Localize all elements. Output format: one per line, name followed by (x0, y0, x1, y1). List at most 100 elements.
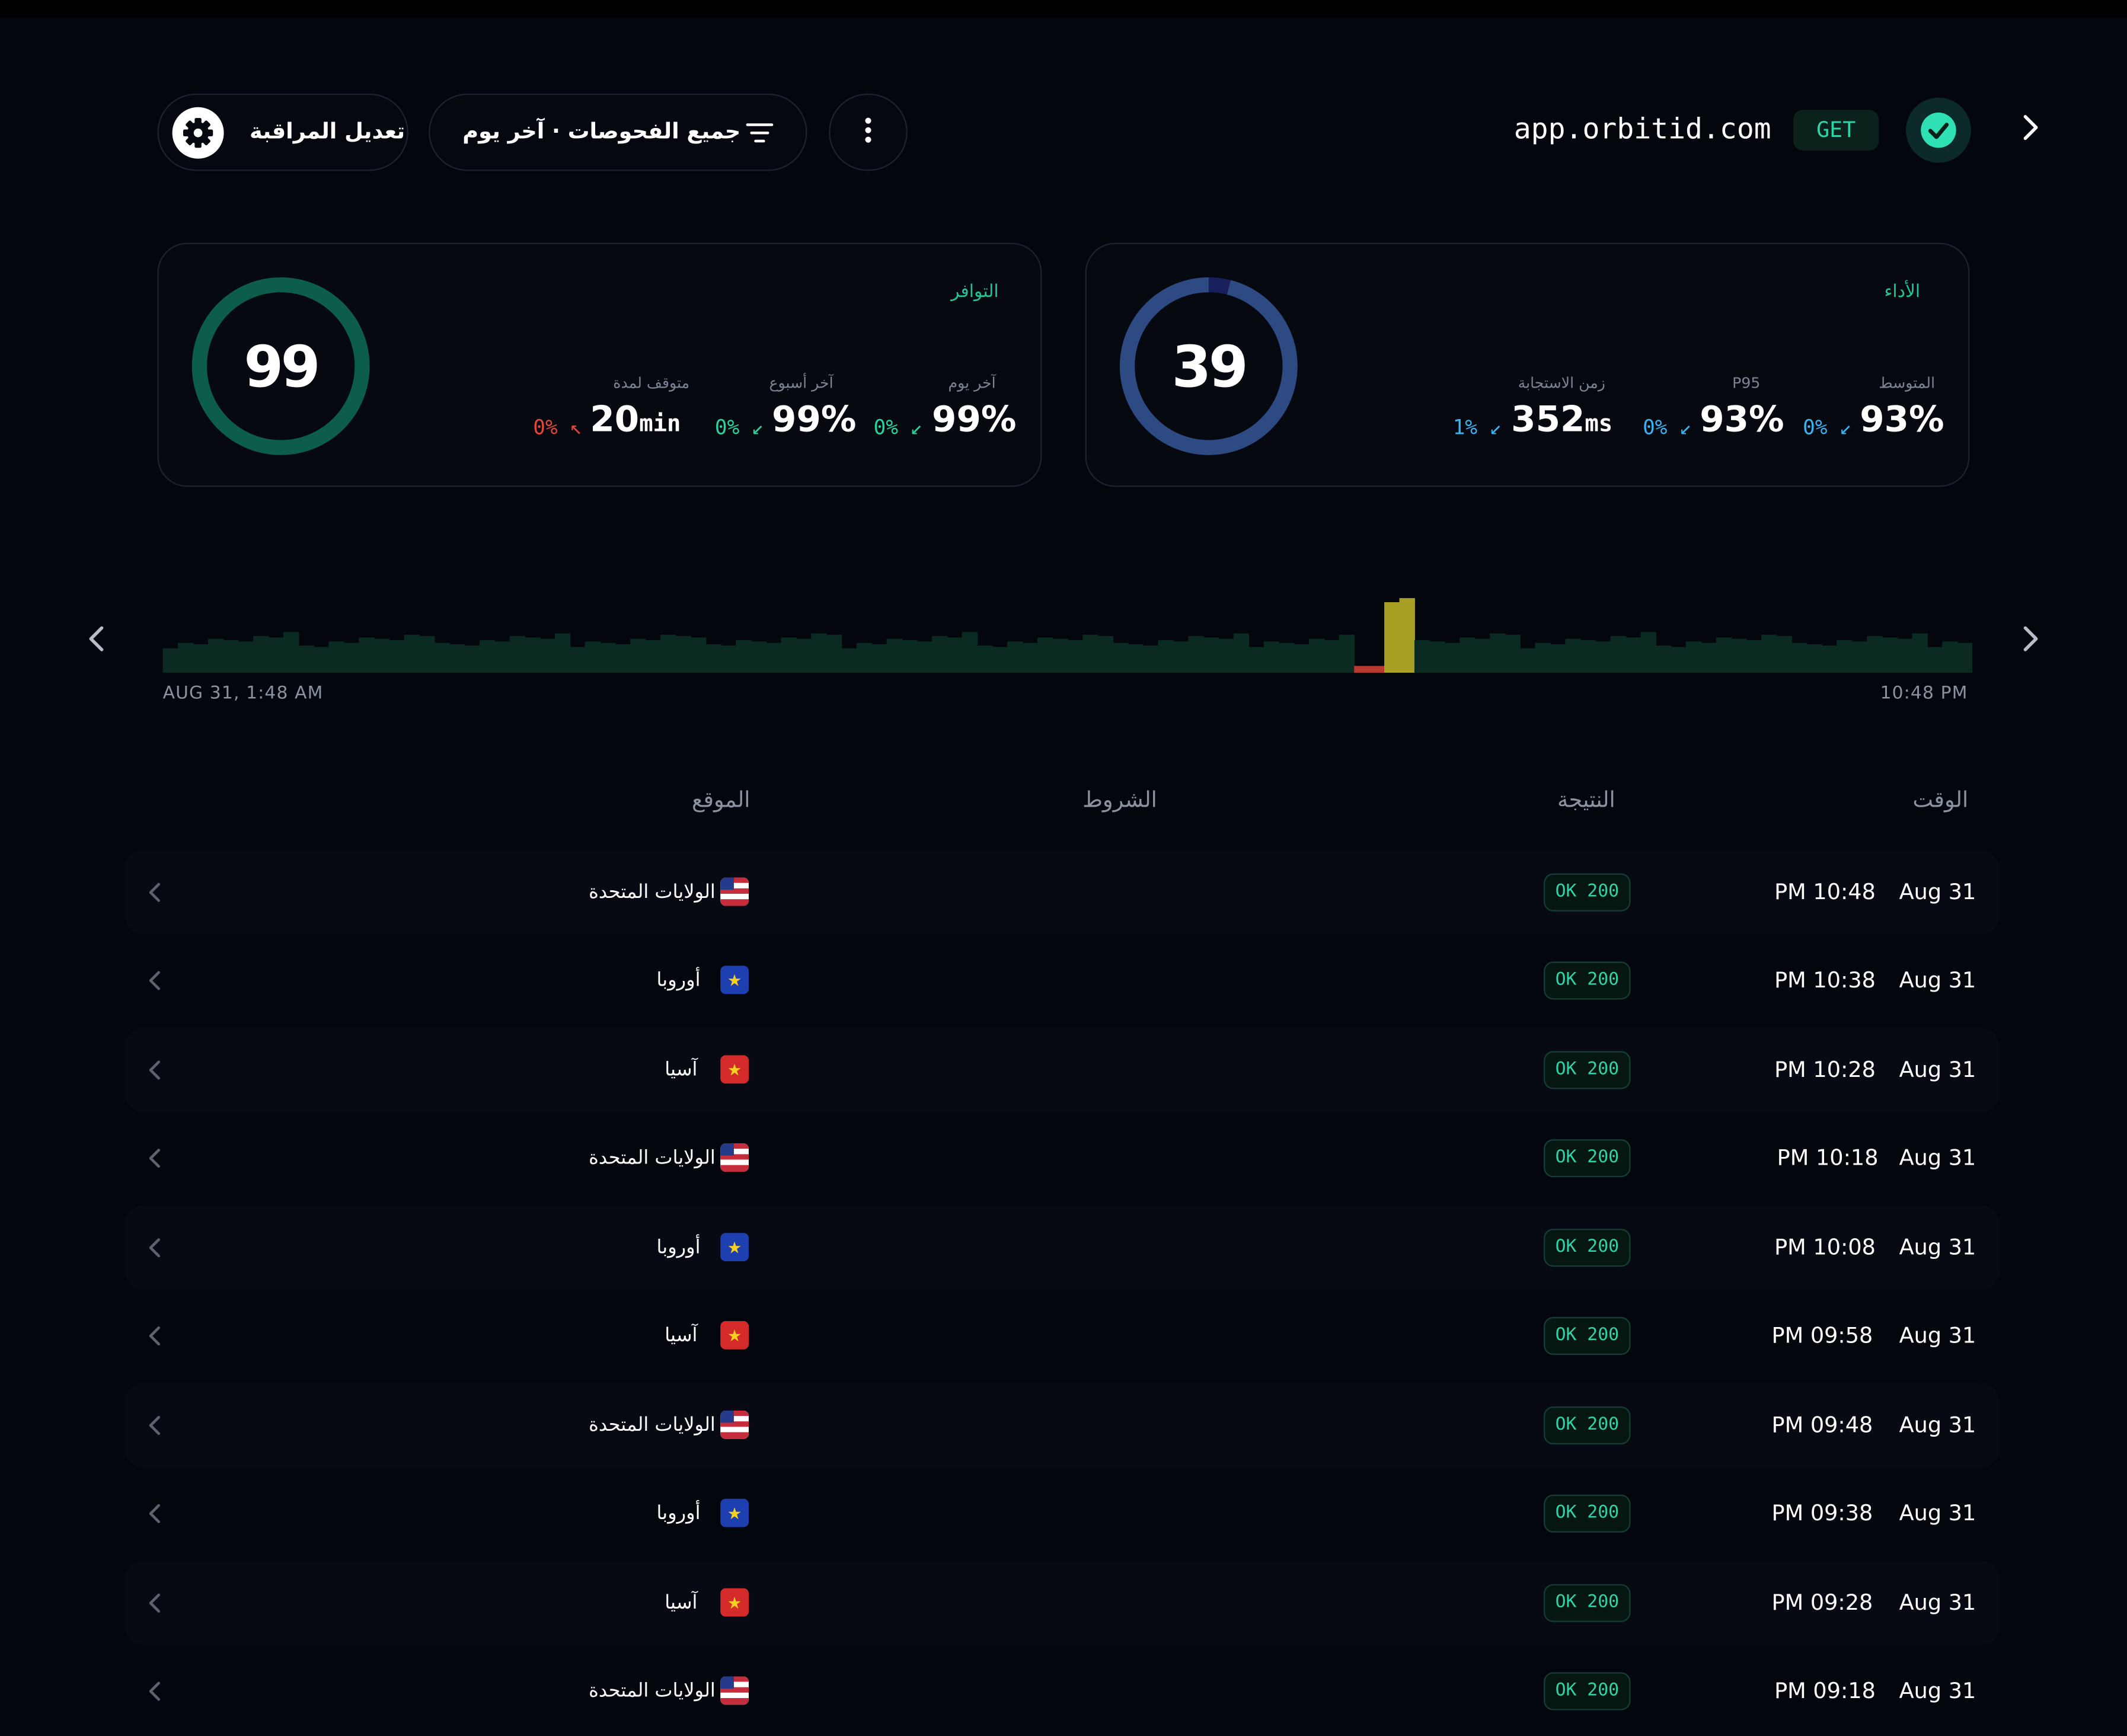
timeline-bar[interactable] (1037, 637, 1053, 673)
timeline-bar[interactable] (434, 642, 450, 673)
table-row[interactable]: Aug 31 PM 09:48 OK 200 الولايات المتحدة (124, 1383, 2000, 1468)
timeline-bar[interactable] (1580, 640, 1596, 673)
filter-button[interactable]: جميع الفحوصات · آخر يوم (429, 93, 807, 171)
timeline-bar[interactable] (630, 638, 646, 673)
check-timeline[interactable] (162, 583, 1973, 673)
timeline-bar[interactable] (1248, 647, 1264, 673)
chevron-left-icon[interactable] (144, 967, 166, 1000)
chevron-right-icon[interactable] (2016, 111, 2045, 149)
timeline-bar[interactable] (178, 642, 194, 673)
timeline-bar[interactable] (373, 638, 390, 673)
timeline-bar[interactable] (585, 641, 601, 673)
chevron-right-icon[interactable] (2016, 621, 2045, 662)
timeline-bar[interactable] (1505, 634, 1521, 673)
timeline-bar[interactable] (841, 648, 857, 673)
timeline-bar[interactable] (736, 640, 752, 673)
timeline-bar[interactable] (1520, 648, 1536, 673)
timeline-bar[interactable] (1761, 634, 1777, 673)
timeline-bar[interactable] (645, 640, 661, 673)
chevron-left-icon[interactable] (144, 1678, 166, 1711)
timeline-bar[interactable] (1399, 598, 1415, 673)
timeline-bar[interactable] (1429, 641, 1445, 673)
chevron-left-icon[interactable] (144, 1412, 166, 1444)
timeline-bar[interactable] (1052, 638, 1068, 673)
timeline-bar[interactable] (1882, 637, 1898, 673)
timeline-bar[interactable] (992, 647, 1008, 673)
timeline-bar[interactable] (1022, 642, 1038, 673)
table-row[interactable]: Aug 31 PM 10:08 OK 200 ★ أوروبا (124, 1206, 2000, 1290)
timeline-bar[interactable] (660, 634, 676, 673)
timeline-bar[interactable] (1565, 638, 1581, 673)
timeline-bar[interactable] (449, 644, 465, 673)
timeline-bar[interactable] (781, 637, 797, 673)
timeline-bar[interactable] (705, 644, 721, 673)
timeline-bar[interactable] (238, 641, 254, 673)
timeline-bar[interactable] (494, 641, 510, 673)
table-row[interactable]: Aug 31 PM 10:28 OK 200 ★ آسيا (124, 1028, 2000, 1112)
timeline-bar[interactable] (1324, 640, 1340, 673)
timeline-bar[interactable] (1716, 637, 1732, 673)
timeline-bar[interactable] (902, 640, 918, 673)
timeline-bar[interactable] (962, 632, 978, 673)
timeline-bar[interactable] (1490, 633, 1506, 673)
timeline-bar[interactable] (359, 637, 375, 673)
timeline-bar[interactable] (1610, 636, 1627, 673)
timeline-bar[interactable] (1143, 645, 1159, 673)
timeline-bar[interactable] (1128, 644, 1144, 673)
timeline-bar[interactable] (207, 638, 224, 673)
timeline-bar[interactable] (1535, 642, 1551, 673)
timeline-bar[interactable] (1791, 642, 1807, 673)
timeline-bar[interactable] (1942, 641, 1958, 673)
timeline-bar[interactable] (539, 638, 555, 673)
timeline-bar[interactable] (766, 642, 782, 673)
timeline-bar[interactable] (1685, 641, 1702, 673)
timeline-bar[interactable] (977, 645, 993, 673)
timeline-bar[interactable] (1731, 638, 1747, 673)
timeline-bar[interactable] (1550, 644, 1566, 673)
timeline-bar[interactable] (1097, 636, 1114, 673)
timeline-bar[interactable] (750, 641, 767, 673)
timeline-bar[interactable] (1912, 633, 1928, 673)
timeline-bar[interactable] (1927, 647, 1943, 673)
chevron-left-icon[interactable] (144, 1234, 166, 1267)
timeline-bar[interactable] (389, 640, 405, 673)
timeline-bar[interactable] (1173, 641, 1189, 673)
table-row[interactable]: Aug 31 PM 10:18 OK 200 الولايات المتحدة (125, 1116, 2000, 1200)
timeline-bar[interactable] (886, 638, 902, 673)
chevron-left-icon[interactable] (144, 879, 166, 912)
timeline-bar[interactable] (1369, 666, 1385, 673)
timeline-bar[interactable] (947, 637, 963, 673)
chevron-left-icon[interactable] (81, 621, 111, 662)
chevron-left-icon[interactable] (144, 1500, 166, 1533)
chevron-left-icon[interactable] (144, 1322, 166, 1355)
timeline-bar[interactable] (796, 638, 812, 673)
timeline-bar[interactable] (1067, 640, 1084, 673)
timeline-bar[interactable] (826, 634, 842, 673)
timeline-bar[interactable] (570, 647, 586, 673)
timeline-bar[interactable] (1655, 645, 1672, 673)
timeline-bar[interactable] (1158, 640, 1174, 673)
more-menu-button[interactable] (829, 93, 908, 171)
timeline-bar[interactable] (193, 644, 209, 673)
timeline-bar[interactable] (675, 636, 691, 673)
timeline-bar[interactable] (1474, 638, 1491, 673)
timeline-bar[interactable] (1459, 637, 1476, 673)
timeline-bar[interactable] (313, 647, 330, 673)
timeline-bar[interactable] (479, 640, 496, 673)
timeline-bar[interactable] (690, 637, 707, 673)
timeline-bar[interactable] (1851, 641, 1868, 673)
timeline-bar[interactable] (404, 634, 420, 673)
timeline-bar[interactable] (223, 640, 239, 673)
timeline-bar[interactable] (1113, 642, 1129, 673)
timeline-bar[interactable] (1263, 641, 1279, 673)
timeline-bar[interactable] (1867, 636, 1883, 673)
timeline-bar[interactable] (1279, 642, 1295, 673)
timeline-bar[interactable] (268, 637, 285, 673)
timeline-bar[interactable] (1821, 645, 1838, 673)
timeline-bar[interactable] (1957, 642, 1973, 673)
timeline-bar[interactable] (554, 633, 571, 673)
chevron-left-icon[interactable] (144, 1590, 166, 1622)
timeline-bar[interactable] (811, 633, 827, 673)
timeline-bar[interactable] (1203, 637, 1219, 673)
timeline-bar[interactable] (1701, 642, 1717, 673)
